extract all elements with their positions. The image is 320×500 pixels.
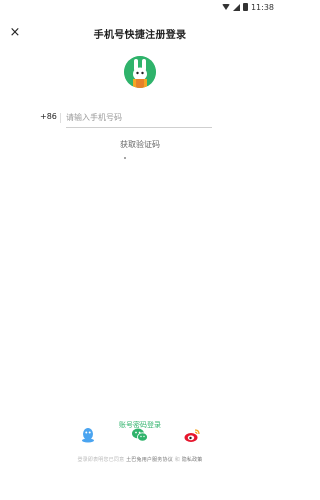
close-icon: × (9, 25, 21, 40)
wechat-icon (132, 428, 148, 442)
wechat-login-button[interactable] (131, 426, 149, 444)
agreement-prefix: 登录即表明您已同意 (77, 457, 125, 463)
privacy-policy-link[interactable]: 隐私政策 (182, 457, 203, 463)
rabbit-logo-icon (124, 56, 156, 88)
qq-icon (82, 428, 94, 443)
weibo-login-button[interactable] (183, 426, 201, 444)
page-title: 手机号快捷注册登录 (93, 29, 187, 41)
status-bar: 11:38 (0, 0, 280, 14)
phone-input[interactable] (66, 108, 212, 128)
app-logo (124, 56, 156, 88)
agreement-text: 登录即表明您已同意 土巴兔用户服务协议 和 隐私政策 (0, 456, 280, 463)
user-agreement-link[interactable]: 土巴兔用户服务协议 (126, 457, 173, 463)
social-login-row (0, 426, 280, 446)
country-code[interactable]: +86 (40, 112, 57, 121)
agreement-and: 和 (174, 457, 180, 463)
divider (60, 113, 61, 123)
close-button[interactable]: × (6, 24, 24, 42)
battery-icon (242, 3, 248, 11)
status-time: 11:38 (250, 2, 274, 12)
weibo-icon (184, 429, 200, 442)
wifi-icon (221, 4, 230, 10)
qq-login-button[interactable] (79, 426, 97, 444)
phone-row: +86 (38, 108, 214, 130)
signal-icon (232, 3, 240, 11)
header: × 手机号快捷注册登录 (0, 22, 280, 44)
cursor-dot (124, 157, 126, 159)
get-code-button[interactable]: 获取验证码 (0, 139, 280, 150)
